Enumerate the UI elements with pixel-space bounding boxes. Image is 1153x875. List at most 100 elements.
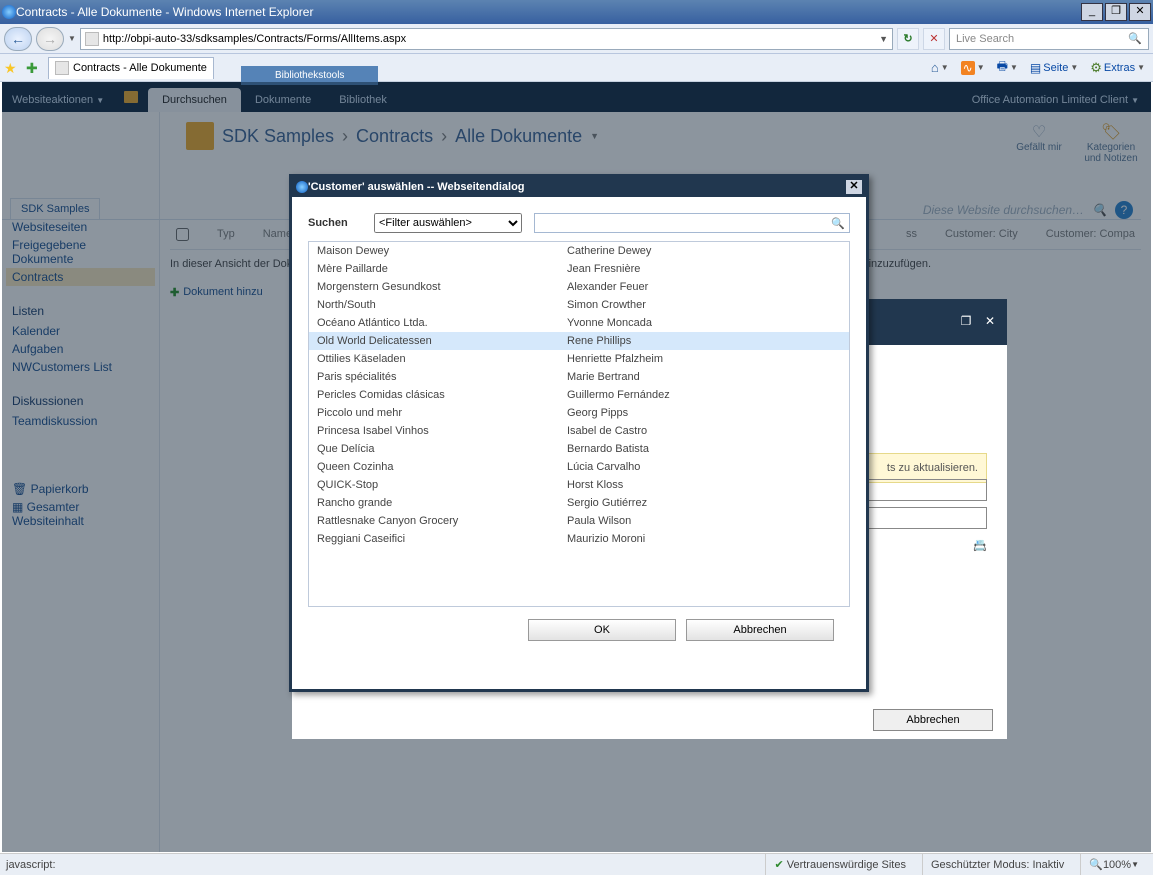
nav-toolbar: ← → ▼ http://obpi-auto-33/sdksamples/Con…: [0, 24, 1153, 54]
home-icon: ⌂: [931, 60, 939, 75]
customer-contact: Yvonne Moncada: [567, 317, 841, 329]
dialog-titlebar[interactable]: 'Customer' auswählen -- Webseitendialog …: [292, 177, 866, 197]
status-zoom[interactable]: 🔍 100% ▼: [1080, 854, 1147, 875]
customer-contact: Horst Kloss: [567, 479, 841, 491]
arrow-right-icon: →: [43, 31, 57, 47]
shield-icon: ✔: [774, 858, 783, 871]
customer-row[interactable]: Piccolo und mehrGeorg Pipps: [309, 404, 849, 422]
window-restore-button[interactable]: ❐: [1105, 3, 1127, 21]
customer-row[interactable]: Rancho grandeSergio Gutiérrez: [309, 494, 849, 512]
popup-cancel-button[interactable]: Abbrechen: [873, 709, 993, 731]
stop-button[interactable]: ✕: [923, 28, 945, 50]
ok-button[interactable]: OK: [528, 619, 676, 641]
customer-row[interactable]: QUICK-StopHorst Kloss: [309, 476, 849, 494]
customer-company: QUICK-Stop: [317, 479, 567, 491]
customer-company: Océano Atlántico Ltda.: [317, 317, 567, 329]
customer-company: Princesa Isabel Vinhos: [317, 425, 567, 437]
customer-contact: Guillermo Fernández: [567, 389, 841, 401]
customer-contact: Alexander Feuer: [567, 281, 841, 293]
page-tab[interactable]: Contracts - Alle Dokumente: [48, 57, 214, 79]
customer-row[interactable]: Old World DelicatessenRene Phillips: [309, 332, 849, 350]
customer-company: Paris spécialités: [317, 371, 567, 383]
customer-contact: Marie Bertrand: [567, 371, 841, 383]
customer-company: Rancho grande: [317, 497, 567, 509]
customer-contact: Henriette Pfalzheim: [567, 353, 841, 365]
tab-label: Contracts - Alle Dokumente: [73, 62, 207, 74]
customer-row[interactable]: Queen CozinhaLúcia Carvalho: [309, 458, 849, 476]
customer-company: Que Delícia: [317, 443, 567, 455]
customer-contact: Jean Fresnière: [567, 263, 841, 275]
popup-close-button[interactable]: ✕: [981, 314, 999, 330]
customer-row[interactable]: Mère PaillardeJean Fresnière: [309, 260, 849, 278]
nav-history-dropdown[interactable]: ▼: [68, 34, 76, 43]
forward-button[interactable]: →: [36, 27, 64, 51]
status-left: javascript:: [6, 859, 56, 871]
window-title: Contracts - Alle Dokumente - Windows Int…: [16, 5, 1081, 19]
home-button[interactable]: ⌂▼: [927, 57, 953, 79]
customer-contact: Bernardo Batista: [567, 443, 841, 455]
dialog-search-icon[interactable]: 🔍: [831, 217, 845, 230]
customer-row[interactable]: Pericles Comidas clásicasGuillermo Ferná…: [309, 386, 849, 404]
customer-contact: Lúcia Carvalho: [567, 461, 841, 473]
dialog-close-button[interactable]: ✕: [846, 180, 862, 194]
customer-list[interactable]: Maison DeweyCatherine DeweyMère Paillard…: [308, 241, 850, 607]
customer-row[interactable]: Rattlesnake Canyon GroceryPaula Wilson: [309, 512, 849, 530]
customer-row[interactable]: Morgenstern GesundkostAlexander Feuer: [309, 278, 849, 296]
page-favicon-icon: [85, 32, 99, 46]
customer-row[interactable]: Ottilies KäseladenHenriette Pfalzheim: [309, 350, 849, 368]
print-button[interactable]: 🖶▼: [993, 57, 1022, 79]
customer-row[interactable]: Reggiani CaseificiMaurizio Moroni: [309, 530, 849, 548]
customer-company: Ottilies Käseladen: [317, 353, 567, 365]
dialog-search-input[interactable]: 🔍: [534, 213, 850, 233]
cancel-button[interactable]: Abbrechen: [686, 619, 834, 641]
dialog-ie-icon: [296, 181, 308, 193]
filter-select[interactable]: <Filter auswählen>: [374, 213, 522, 233]
customer-company: Pericles Comidas clásicas: [317, 389, 567, 401]
customer-contact: Rene Phillips: [567, 335, 841, 347]
customer-company: Maison Dewey: [317, 245, 567, 257]
add-favorite-icon[interactable]: ✚: [26, 60, 42, 76]
customer-row[interactable]: North/SouthSimon Crowther: [309, 296, 849, 314]
customer-contact: Paula Wilson: [567, 515, 841, 527]
customer-company: Mère Paillarde: [317, 263, 567, 275]
status-protected-mode: Geschützter Modus: Inaktiv: [922, 854, 1072, 875]
page-icon: ▤: [1030, 61, 1041, 75]
search-icon[interactable]: 🔍: [1128, 32, 1142, 45]
customer-contact: Catherine Dewey: [567, 245, 841, 257]
customer-company: North/South: [317, 299, 567, 311]
live-search-input[interactable]: Live Search 🔍: [949, 28, 1149, 50]
favorites-star-icon[interactable]: ★: [4, 60, 20, 76]
arrow-left-icon: ←: [11, 31, 25, 47]
address-dropdown[interactable]: ▼: [879, 34, 888, 44]
customer-row[interactable]: Que DelíciaBernardo Batista: [309, 440, 849, 458]
dialog-title: 'Customer' auswählen -- Webseitendialog: [308, 181, 525, 193]
extras-menu-button[interactable]: ⚙Extras▼: [1086, 57, 1149, 79]
customer-company: Morgenstern Gesundkost: [317, 281, 567, 293]
refresh-button[interactable]: ↻: [897, 28, 919, 50]
status-bar: javascript: ✔ Vertrauenswürdige Sites Ge…: [0, 853, 1153, 875]
page-menu-button[interactable]: ▤Seite▼: [1026, 57, 1082, 79]
tab-favicon-icon: [55, 61, 69, 75]
customer-company: Rattlesnake Canyon Grocery: [317, 515, 567, 527]
address-bar[interactable]: http://obpi-auto-33/sdksamples/Contracts…: [80, 28, 893, 50]
ie-logo-icon: [2, 5, 16, 19]
customer-row[interactable]: Maison DeweyCatherine Dewey: [309, 242, 849, 260]
customer-row[interactable]: Océano Atlántico Ltda.Yvonne Moncada: [309, 314, 849, 332]
status-trusted: ✔ Vertrauenswürdige Sites: [765, 854, 914, 875]
form-picker-icon[interactable]: 📇: [973, 540, 987, 552]
customer-row[interactable]: Paris spécialitésMarie Bertrand: [309, 368, 849, 386]
customer-contact: Georg Pipps: [567, 407, 841, 419]
customer-company: Queen Cozinha: [317, 461, 567, 473]
window-minimize-button[interactable]: _: [1081, 3, 1103, 21]
customer-contact: Sergio Gutiérrez: [567, 497, 841, 509]
customer-row[interactable]: Princesa Isabel VinhosIsabel de Castro: [309, 422, 849, 440]
customer-picker-dialog: 'Customer' auswählen -- Webseitendialog …: [289, 174, 869, 692]
customer-contact: Simon Crowther: [567, 299, 841, 311]
search-placeholder: Live Search: [956, 33, 1014, 45]
search-label: Suchen: [308, 217, 362, 229]
window-close-button[interactable]: ✕: [1129, 3, 1151, 21]
popup-maximize-button[interactable]: ❐: [957, 314, 975, 330]
back-button[interactable]: ←: [4, 27, 32, 51]
print-icon: 🖶: [997, 57, 1008, 78]
rss-button[interactable]: ∿▼: [957, 57, 989, 79]
